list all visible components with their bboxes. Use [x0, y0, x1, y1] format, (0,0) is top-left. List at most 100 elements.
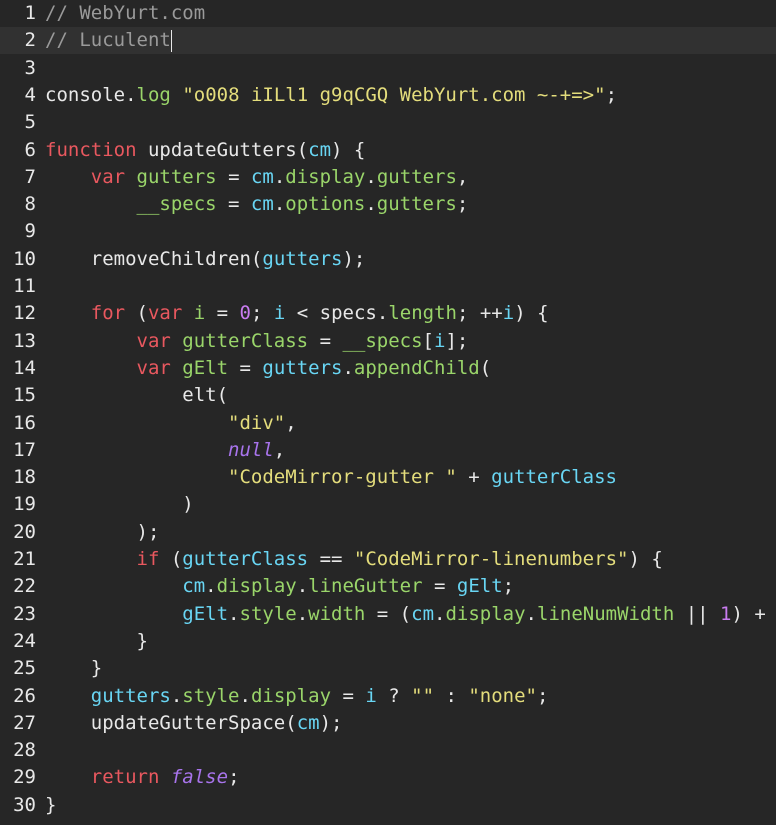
- line-number: 23: [13, 602, 36, 625]
- code-line[interactable]: 3: [0, 55, 776, 82]
- line-number: 27: [13, 711, 36, 734]
- code-token: ,: [273, 438, 286, 461]
- code-token: "CodeMirror-gutter ": [228, 466, 457, 489]
- code-line[interactable]: 2 // Luculent: [0, 27, 776, 55]
- code-line[interactable]: 15 elt(: [0, 382, 776, 409]
- code-line[interactable]: 23 gElt.style.width = (cm.display.lineNu…: [0, 601, 776, 628]
- code-token: var: [136, 329, 171, 352]
- code-token: :: [434, 684, 469, 707]
- code-token: gutters: [136, 165, 217, 188]
- code-line[interactable]: 12 for (var i = 0; i < specs.length; ++i…: [0, 300, 776, 327]
- code-line[interactable]: 16 "div",: [0, 410, 776, 437]
- code-token: =: [331, 684, 366, 707]
- code-token: "CodeMirror-linenumbers": [353, 548, 629, 570]
- code-token: .: [365, 165, 377, 188]
- code-editor[interactable]: 1// WebYurt.com 2// Luculent 3 4 console.log…: [0, 0, 776, 825]
- code-token: .: [525, 602, 537, 625]
- code-token: ) +: [731, 602, 776, 625]
- code-line[interactable]: 25 }: [0, 655, 776, 682]
- code-token: gutterClass: [182, 548, 309, 570]
- code-token: (: [296, 138, 309, 161]
- code-token: i: [193, 302, 206, 325]
- code-line[interactable]: 9: [0, 218, 776, 245]
- code-line[interactable]: 17 null,: [0, 437, 776, 464]
- code-line[interactable]: 21 if (gutterClass == "CodeMirror-linenu…: [0, 546, 776, 573]
- code-token: gElt: [456, 575, 503, 598]
- line-number: 28: [13, 739, 36, 762]
- code-line[interactable]: 20 );: [0, 519, 776, 546]
- code-token: .: [273, 193, 286, 216]
- code-line[interactable]: 1 // WebYurt.com: [0, 0, 776, 27]
- code-token: .: [170, 684, 183, 707]
- code-line[interactable]: 7 var gutters = cm.display.gutters,: [0, 164, 776, 191]
- code-token: cm: [411, 602, 435, 625]
- code-line[interactable]: 6 function updateGutters(cm) {: [0, 137, 776, 164]
- code-token: cm: [182, 575, 206, 598]
- code-token: ==: [308, 548, 354, 570]
- code-token: cm: [308, 138, 332, 161]
- code-token: }: [136, 629, 148, 652]
- code-line[interactable]: 18 "CodeMirror-gutter " + gutterClass: [0, 464, 776, 491]
- code-token: ) {: [514, 302, 549, 325]
- code-line[interactable]: 11: [0, 273, 776, 300]
- code-token: .: [239, 684, 251, 707]
- code-token: updateGutterSpace: [90, 711, 286, 734]
- line-number: 4: [24, 83, 36, 106]
- line-number: 5: [24, 111, 36, 134]
- code-line[interactable]: 28: [0, 737, 776, 764]
- code-token: cm: [250, 165, 274, 188]
- text-cursor: [170, 29, 172, 52]
- line-number: 25: [13, 657, 36, 680]
- code-line[interactable]: 26 gutters.style.display = i ? "" : "non…: [0, 683, 776, 710]
- code-token: "o008 iILl1 g9qCGQ WebYurt.com ~-+=>": [182, 83, 606, 106]
- code-token: ) {: [331, 138, 366, 161]
- code-token: ;: [251, 302, 274, 325]
- code-token: 0: [239, 302, 251, 325]
- code-token: gutterClass: [491, 466, 617, 489]
- code-line[interactable]: 13 var gutterClass = __specs[i];: [0, 328, 776, 355]
- code-line[interactable]: 19 ): [0, 491, 776, 518]
- line-number: 22: [13, 575, 36, 598]
- code-text: "div",: [45, 410, 297, 437]
- code-token: i: [502, 302, 515, 325]
- code-token: options: [285, 193, 366, 216]
- code-token: gutters: [262, 247, 343, 270]
- code-token: "none": [468, 684, 537, 707]
- code-text: // WebYurt.com: [45, 0, 205, 27]
- code-token: <: [285, 302, 320, 325]
- code-token: i: [434, 329, 446, 352]
- line-number: 19: [13, 493, 36, 516]
- code-line[interactable]: 5: [0, 109, 776, 136]
- code-line[interactable]: 30}: [0, 792, 776, 819]
- code-line[interactable]: 10 removeChildren(gutters);: [0, 246, 776, 273]
- code-token: gutterClass: [182, 329, 309, 352]
- code-line[interactable]: 22 cm.display.lineGutter = gElt;: [0, 573, 776, 600]
- code-token: .: [365, 193, 377, 216]
- code-line[interactable]: 29 return false;: [0, 764, 776, 791]
- code-token: appendChild: [353, 356, 480, 379]
- code-line[interactable]: 14 var gElt = gutters.appendChild(: [0, 355, 776, 382]
- code-line[interactable]: 4 console.log "o008 iILl1 g9qCGQ WebYurt.…: [0, 82, 776, 109]
- code-token: =: [308, 329, 343, 352]
- code-line[interactable]: 27 updateGutterSpace(cm);: [0, 710, 776, 737]
- line-number: 7: [24, 165, 36, 188]
- line-number: 29: [13, 766, 36, 789]
- line-number: 26: [13, 684, 36, 707]
- code-token: lineNumWidth: [537, 602, 675, 625]
- code-token: .: [434, 602, 446, 625]
- code-token: gutters: [262, 356, 343, 379]
- code-line[interactable]: 24 }: [0, 628, 776, 655]
- code-token: ?: [376, 684, 412, 707]
- code-token: null: [228, 438, 274, 461]
- code-token: __specs: [136, 193, 217, 216]
- code-token: lineGutter: [308, 575, 423, 598]
- code-line[interactable]: 8 __specs = cm.options.gutters;: [0, 191, 776, 218]
- line-number: 20: [13, 520, 36, 543]
- code-token: cm: [296, 711, 320, 734]
